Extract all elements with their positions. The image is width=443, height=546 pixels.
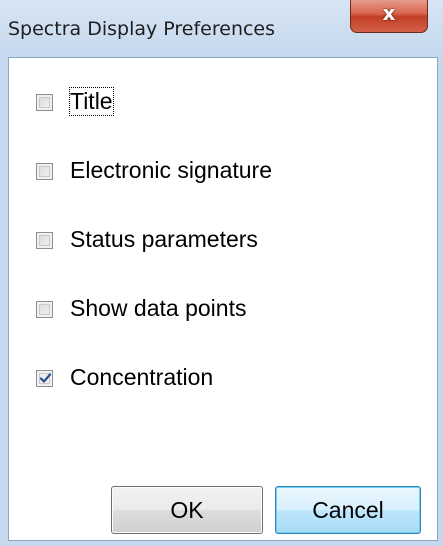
close-button[interactable]: x xyxy=(350,0,428,33)
checkmark-icon xyxy=(39,373,52,383)
dialog-body: Title Electronic signature Status parame… xyxy=(8,57,438,541)
status-parameters-checkbox[interactable] xyxy=(36,232,53,249)
electronic-signature-label[interactable]: Electronic signature xyxy=(70,157,272,184)
show-data-points-label[interactable]: Show data points xyxy=(70,295,246,322)
ok-button[interactable]: OK xyxy=(111,486,263,534)
concentration-label[interactable]: Concentration xyxy=(70,364,213,391)
title-checkbox[interactable] xyxy=(36,94,53,111)
show-data-points-checkbox[interactable] xyxy=(36,301,53,318)
concentration-checkbox[interactable] xyxy=(36,370,53,387)
close-icon: x xyxy=(382,1,396,25)
electronic-signature-checkbox[interactable] xyxy=(36,163,53,180)
title-bar[interactable]: Spectra Display Preferences x xyxy=(0,0,443,58)
status-parameters-label[interactable]: Status parameters xyxy=(70,226,258,253)
cancel-button[interactable]: Cancel xyxy=(275,486,421,534)
title-label[interactable]: Title xyxy=(69,87,114,116)
dialog-title: Spectra Display Preferences xyxy=(8,18,276,40)
dialog-window: Spectra Display Preferences x Title Elec… xyxy=(0,0,443,546)
